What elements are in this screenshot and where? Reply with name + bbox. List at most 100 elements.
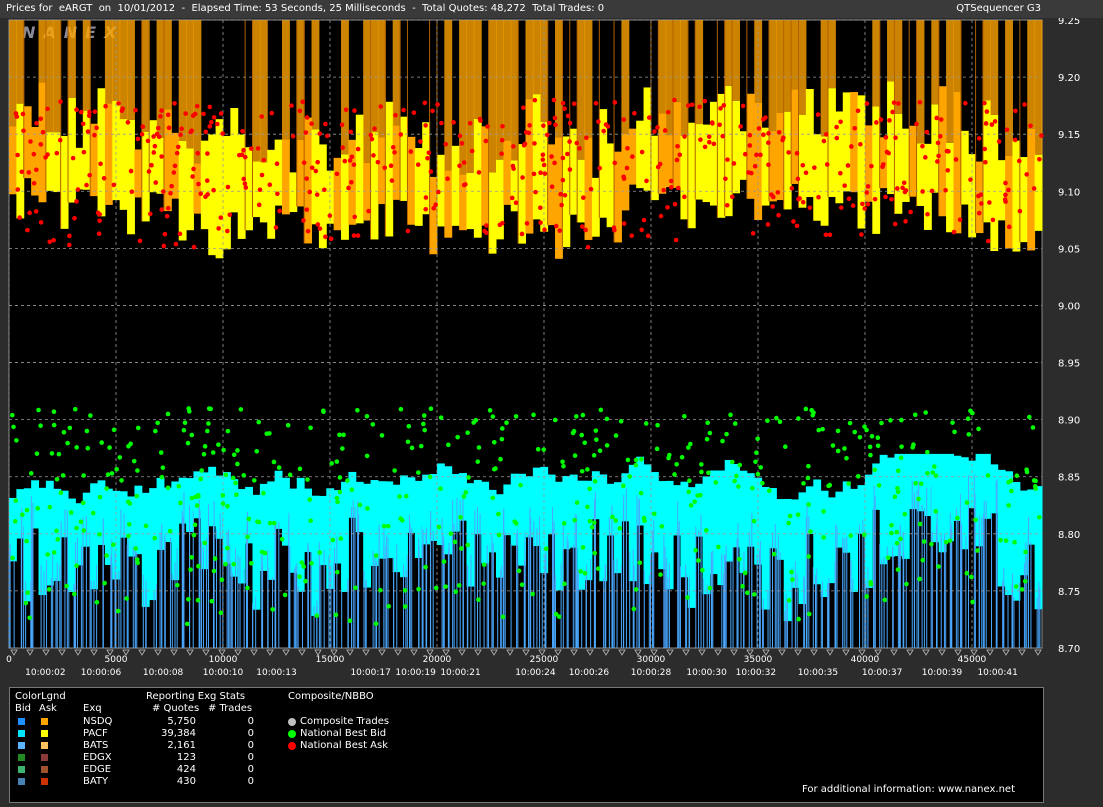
national-best-ask-point	[259, 114, 265, 119]
national-best-ask-point	[982, 146, 988, 152]
ask-quote-band	[127, 20, 135, 120]
national-best-ask-point	[976, 136, 982, 141]
time-marker	[490, 649, 498, 656]
national-best-bid-point	[585, 504, 590, 510]
national-best-ask-point	[476, 170, 482, 175]
national-best-bid-point	[1012, 539, 1017, 545]
national-best-bid-point	[889, 530, 894, 536]
national-best-bid-point	[475, 459, 481, 464]
national-best-bid-point	[255, 519, 260, 524]
bid-quote-band	[481, 481, 490, 564]
national-best-bid-point	[685, 595, 690, 600]
national-best-ask-point	[411, 110, 417, 115]
ask-color-swatch	[41, 730, 48, 737]
national-best-ask-point	[588, 186, 594, 192]
national-best-ask-point	[756, 126, 762, 131]
national-best-bid-point	[806, 463, 811, 469]
national-best-ask-point	[689, 102, 695, 107]
national-best-ask-point	[1031, 186, 1037, 191]
national-best-bid-point	[561, 463, 566, 469]
national-best-bid-point	[330, 537, 336, 543]
national-best-bid-point	[892, 494, 898, 500]
national-best-ask-point	[711, 141, 717, 147]
national-best-bid-point	[875, 435, 881, 441]
national-best-bid-point	[500, 426, 505, 431]
national-best-bid-point	[107, 445, 112, 450]
ask-quote-band	[872, 106, 881, 234]
national-best-ask-point	[301, 160, 307, 165]
national-best-ask-point	[323, 121, 328, 127]
time-label: 10:00:24	[515, 668, 556, 678]
national-best-ask-point	[152, 143, 158, 149]
national-best-bid-point	[695, 493, 700, 498]
ask-quote-band	[813, 134, 822, 221]
national-best-ask-point	[944, 148, 950, 154]
national-best-ask-point	[147, 211, 153, 217]
national-best-bid-point	[357, 502, 363, 508]
national-best-bid-point	[28, 471, 34, 476]
national-best-bid-point	[438, 486, 443, 491]
national-best-ask-point	[189, 128, 195, 133]
national-best-bid-point	[397, 494, 402, 499]
national-best-bid-point	[245, 534, 250, 540]
national-best-bid-point	[929, 541, 934, 547]
time-label: 10:00:06	[81, 668, 122, 678]
national-best-ask-point	[894, 186, 900, 191]
national-best-ask-point	[532, 141, 537, 146]
national-best-bid-point	[104, 553, 109, 558]
national-best-bid-point	[465, 542, 470, 548]
national-best-bid-point	[496, 511, 501, 517]
ask-quote-band	[687, 122, 696, 229]
national-best-bid-point	[713, 480, 719, 485]
national-best-bid-point	[133, 546, 139, 551]
national-best-ask-point	[752, 163, 758, 169]
national-best-ask-point	[720, 133, 726, 139]
bid-quote-band	[311, 495, 320, 616]
national-best-bid-point	[728, 412, 733, 418]
ask-quote-band	[946, 142, 954, 233]
national-best-ask-point	[334, 171, 340, 177]
national-best-bid-point	[755, 436, 760, 442]
time-label: 10:00:17	[350, 668, 390, 678]
ask-quote-band	[400, 116, 408, 201]
ask-quote-band	[732, 100, 740, 194]
national-best-bid-point	[580, 412, 586, 418]
national-best-bid-point	[868, 580, 874, 585]
national-best-ask-point	[621, 117, 627, 122]
national-best-bid-point	[143, 523, 149, 529]
national-best-bid-point	[399, 518, 405, 523]
national-best-ask-point	[190, 113, 196, 119]
national-best-ask-point	[423, 206, 429, 212]
exchange-quotes: 2,161	[167, 740, 196, 751]
national-best-ask-point	[204, 178, 210, 183]
national-best-ask-point	[776, 130, 782, 135]
national-best-ask-point	[519, 231, 525, 237]
national-best-ask-point	[133, 107, 138, 113]
national-best-ask-point	[352, 108, 357, 113]
time-marker	[26, 649, 34, 656]
national-best-ask-point	[645, 233, 651, 239]
national-best-bid-point	[202, 540, 207, 546]
national-best-ask-point	[1024, 172, 1029, 177]
bid-color-swatch	[18, 754, 25, 761]
national-best-bid-point	[594, 437, 599, 442]
ask-color-swatch	[41, 778, 48, 785]
national-best-ask-point	[893, 135, 898, 141]
national-best-bid-point	[864, 594, 870, 599]
national-best-bid-point	[72, 406, 78, 412]
bid-quote-band	[864, 474, 873, 588]
national-best-bid-point	[498, 456, 503, 462]
national-best-bid-point	[235, 448, 240, 453]
national-best-bid-point	[499, 436, 505, 442]
bid-quote-band	[208, 466, 217, 527]
national-best-bid-point	[36, 407, 41, 413]
national-best-ask-point	[532, 97, 538, 103]
national-best-bid-point	[587, 486, 592, 492]
national-best-ask-point	[723, 176, 728, 182]
national-best-bid-point	[966, 432, 972, 437]
national-best-ask-point	[139, 131, 145, 137]
national-best-bid-point	[560, 459, 565, 465]
national-best-bid-point	[54, 528, 59, 534]
national-best-ask-point	[746, 170, 751, 175]
national-best-ask-point	[754, 152, 759, 158]
